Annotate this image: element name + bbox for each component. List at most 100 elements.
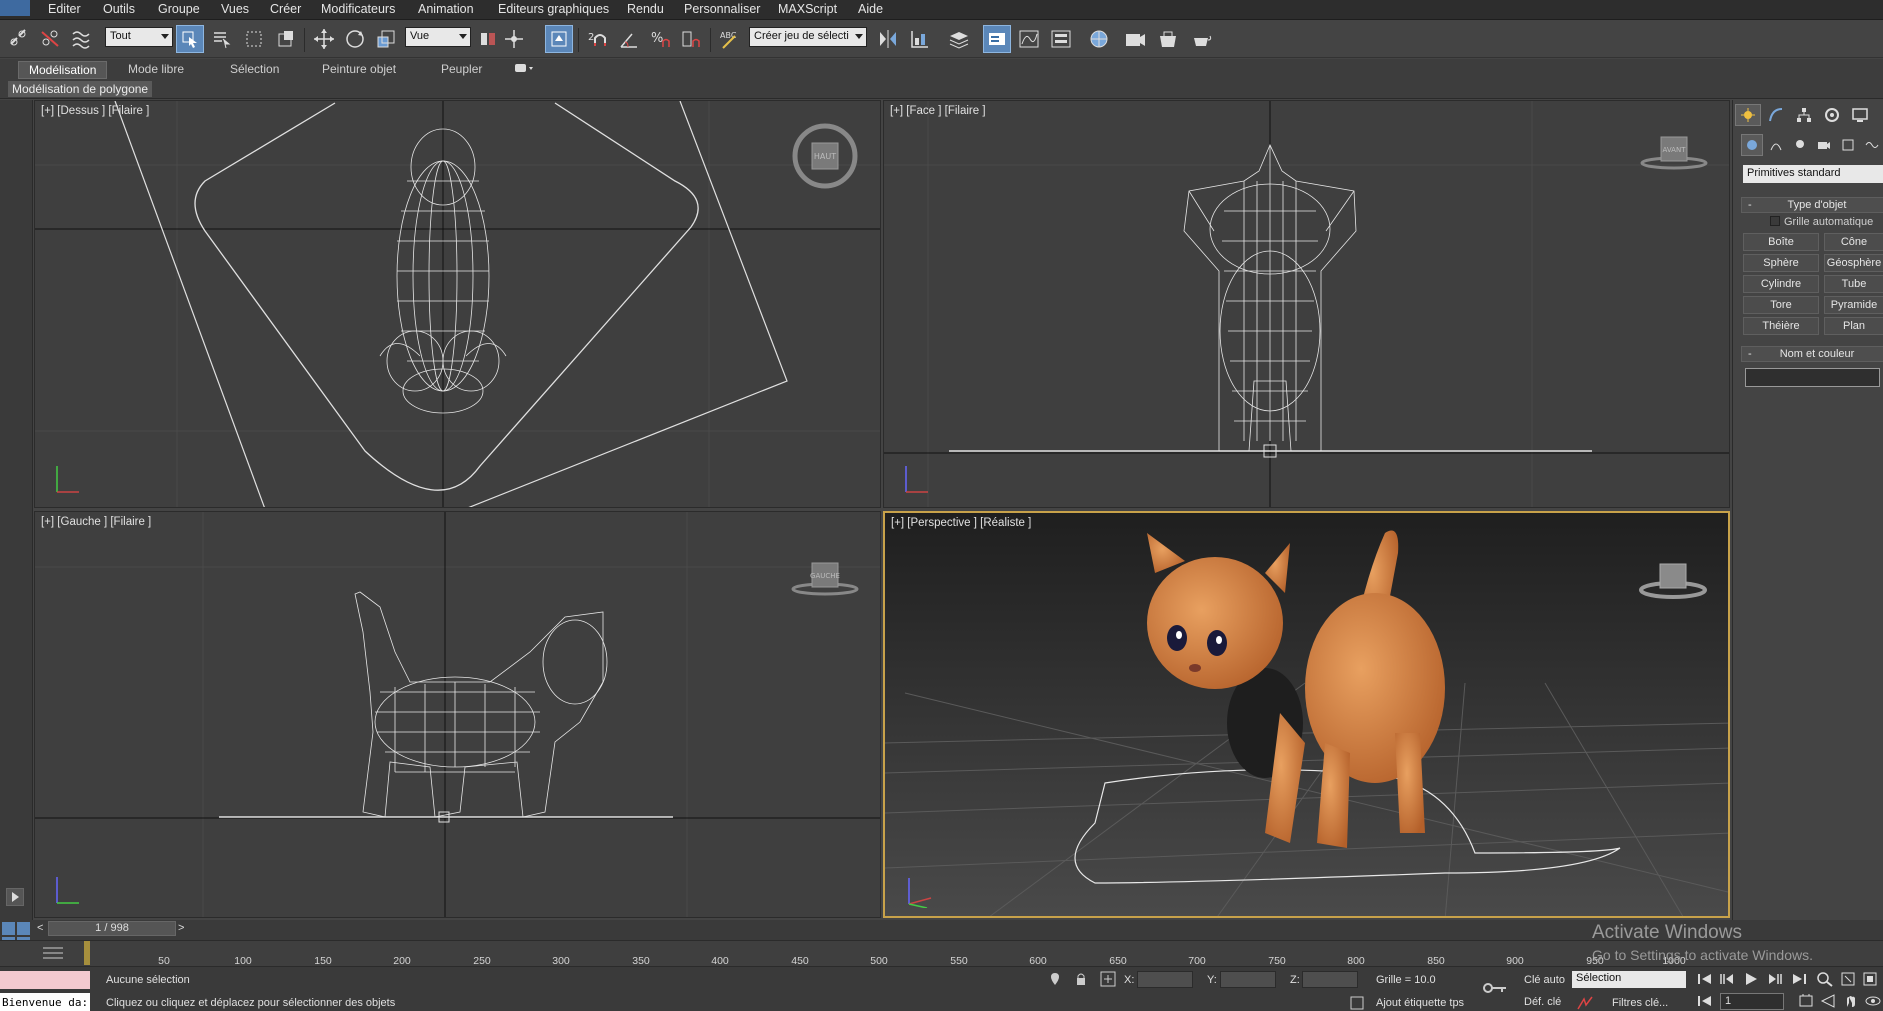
auto-key-button[interactable]: Clé auto [1524,974,1565,986]
next-frame-button-icon[interactable] [1766,971,1784,990]
percent-snap-icon[interactable]: % [646,25,674,53]
tab-peupler[interactable]: Peupler [431,61,492,77]
set-key-button[interactable]: Déf. clé [1524,996,1561,1008]
tab-mode-libre[interactable]: Mode libre [118,61,194,77]
pyramid-button[interactable]: Pyramide [1824,296,1883,314]
z-coordinate-field[interactable] [1302,971,1358,988]
cone-button[interactable]: Cône [1824,233,1883,251]
layer-manager-icon[interactable] [945,25,973,53]
select-object-icon[interactable] [176,25,204,53]
create-tab-icon[interactable] [1735,104,1761,126]
go-to-start-icon[interactable] [1696,971,1714,990]
menu-personnaliser[interactable]: Personnaliser [684,2,760,16]
add-time-tag[interactable]: Ajout étiquette tps [1376,997,1464,1009]
scale-icon[interactable] [372,25,400,53]
menu-vues[interactable]: Vues [221,2,249,16]
helpers-icon[interactable] [1837,134,1859,156]
torus-button[interactable]: Tore [1743,296,1819,314]
viewcube-front[interactable]: AVANT [1639,121,1709,181]
maximize-viewport-icon[interactable] [1862,971,1880,990]
isolate-selection-icon[interactable] [1048,972,1062,989]
reference-coord-dropdown[interactable]: Vue [405,27,471,47]
key-filter-dropdown[interactable]: Sélection [1572,971,1686,988]
motion-tab-icon[interactable] [1819,104,1845,126]
category-dropdown[interactable]: Primitives standard [1743,165,1883,183]
play-icon[interactable] [1742,971,1760,990]
curve-editor-icon[interactable] [1015,25,1043,53]
absolute-mode-icon[interactable] [1100,971,1116,990]
time-tag-icon[interactable] [1350,996,1366,1011]
edit-named-selection-icon[interactable]: ABC [716,25,744,53]
menu-groupe[interactable]: Groupe [158,2,200,16]
select-by-name-icon[interactable] [208,25,236,53]
rect-selection-region-icon[interactable] [240,25,268,53]
x-coordinate-field[interactable] [1137,971,1193,988]
viewport-perspective[interactable]: [+] [Perspective ] [Réaliste ] [883,511,1730,918]
menu-creer[interactable]: Créer [270,2,301,16]
space-warps-icon[interactable] [1861,134,1883,156]
polygon-modeling-panel-label[interactable]: Modélisation de polygone [8,81,153,97]
time-slider[interactable]: 1 / 998 [48,921,176,936]
pan-view-icon[interactable] [1842,993,1860,1011]
menu-editer[interactable]: Editer [48,2,81,16]
viewport-top-label[interactable]: [+] [Dessus ] [Filaire ] [41,105,149,117]
maxscript-listener-pink[interactable] [0,971,90,989]
spinner-snap-icon[interactable] [677,25,705,53]
selection-lock-icon[interactable] [1074,972,1088,989]
scene-explorer-icon[interactable] [983,25,1011,53]
geosphere-button[interactable]: Géosphère [1824,254,1883,272]
ribbon-options-icon[interactable] [504,61,544,78]
viewport-front-label[interactable]: [+] [Face ] [Filaire ] [890,105,986,117]
tab-selection[interactable]: Sélection [220,61,289,77]
tab-peinture-objet[interactable]: Peinture objet [312,61,406,77]
geometry-icon[interactable] [1741,134,1763,156]
key-mode-icon[interactable] [1696,993,1714,1011]
y-coordinate-field[interactable] [1220,971,1276,988]
key-icon[interactable] [1482,981,1508,998]
viewport-perspective-label[interactable]: [+] [Perspective ] [Réaliste ] [891,517,1031,529]
set-keys-icon[interactable] [1576,995,1594,1011]
current-frame-field[interactable]: 1 [1720,993,1784,1010]
app-logo-icon[interactable] [0,0,30,16]
named-selection-sets-dropdown[interactable]: Créer jeu de sélecti [749,27,867,47]
next-frame-icon[interactable]: > [178,922,184,934]
display-tab-icon[interactable] [1847,104,1873,126]
link-icon[interactable] [4,25,32,53]
tube-button[interactable]: Tube [1824,275,1883,293]
keyboard-shortcut-override-icon[interactable] [545,25,573,53]
bind-space-warp-icon[interactable] [68,25,96,53]
key-filters-button[interactable]: Filtres clé... [1612,997,1668,1009]
expand-panel-icon[interactable] [6,888,24,906]
mini-curve-editor-icon[interactable] [40,944,66,962]
autogrid-checkbox[interactable]: Grille automatique [1770,216,1873,228]
cameras-icon[interactable] [1813,134,1835,156]
menu-outils[interactable]: Outils [103,2,135,16]
time-cursor[interactable] [84,941,90,965]
pivot-center-icon[interactable] [474,25,502,53]
align-icon[interactable] [906,25,934,53]
menu-animation[interactable]: Animation [418,2,474,16]
move-icon[interactable] [310,25,338,53]
prev-frame-icon[interactable]: < [37,922,43,934]
viewport-front[interactable]: [+] [Face ] [Filaire ] AVANT [883,100,1730,508]
menu-aide[interactable]: Aide [858,2,883,16]
hierarchy-tab-icon[interactable] [1791,104,1817,126]
unlink-icon[interactable] [36,25,64,53]
box-button[interactable]: Boîte [1743,233,1819,251]
cylinder-button[interactable]: Cylindre [1743,275,1819,293]
viewport-left[interactable]: [+] [Gauche ] [Filaire ] GAUCHE [34,511,881,918]
render-setup-icon[interactable] [1121,25,1149,53]
menu-maxscript[interactable]: MAXScript [778,2,837,16]
viewcube-left[interactable]: GAUCHE [790,547,860,607]
plane-button[interactable]: Plan [1824,317,1883,335]
viewcube-perspective[interactable] [1638,548,1708,608]
angle-snap-icon[interactable] [615,25,643,53]
menu-modificateurs[interactable]: Modificateurs [321,2,395,16]
window-crossing-icon[interactable] [272,25,300,53]
viewport-left-label[interactable]: [+] [Gauche ] [Filaire ] [41,516,151,528]
object-type-rollout[interactable]: - Type d'objet [1741,197,1883,213]
object-name-input[interactable] [1745,368,1880,387]
field-of-view-icon[interactable] [1820,993,1838,1011]
zoom-icon[interactable] [1816,971,1834,990]
schematic-view-icon[interactable] [1047,25,1075,53]
